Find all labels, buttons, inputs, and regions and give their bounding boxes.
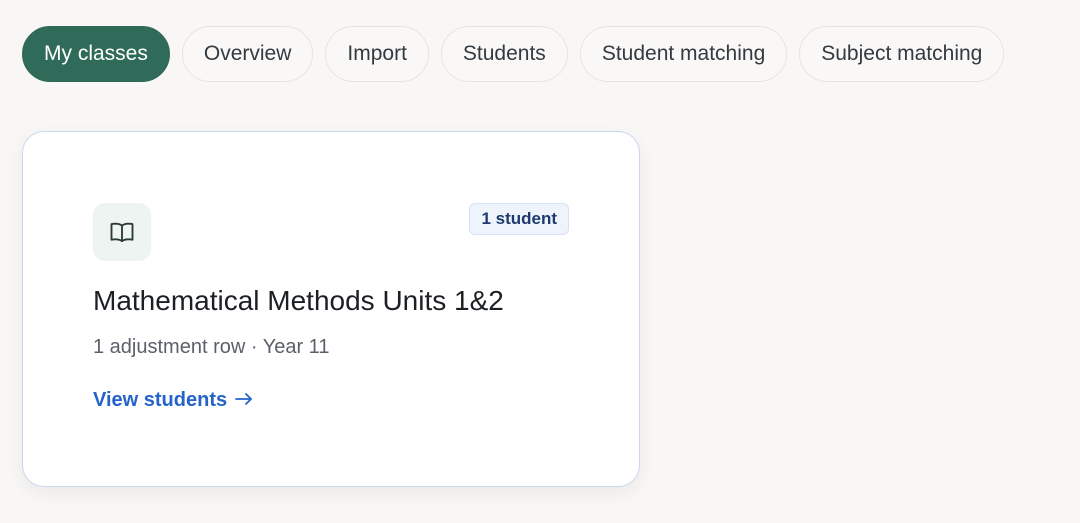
tab-my-classes[interactable]: My classes — [22, 26, 170, 82]
view-students-link[interactable]: View students — [93, 389, 253, 412]
tab-import[interactable]: Import — [325, 26, 429, 82]
student-count-badge: 1 student — [469, 203, 569, 235]
tab-student-matching[interactable]: Student matching — [579, 26, 788, 82]
book-icon — [93, 203, 151, 261]
class-title: Mathematical Methods Units 1&2 — [93, 285, 504, 316]
tab-overview[interactable]: Overview — [181, 26, 314, 82]
arrow-right-icon — [235, 389, 253, 412]
nav-tabs: My classes Overview Import Students Stud… — [22, 26, 1058, 82]
view-students-label: View students — [93, 389, 228, 411]
class-card[interactable]: 1 student Mathematical Methods Units 1&2… — [22, 131, 640, 487]
page: My classes Overview Import Students Stud… — [0, 0, 1080, 523]
tab-students[interactable]: Students — [440, 26, 568, 82]
class-meta: 1 adjustment row · Year 11 — [93, 336, 330, 358]
tab-subject-matching[interactable]: Subject matching — [799, 26, 1005, 82]
